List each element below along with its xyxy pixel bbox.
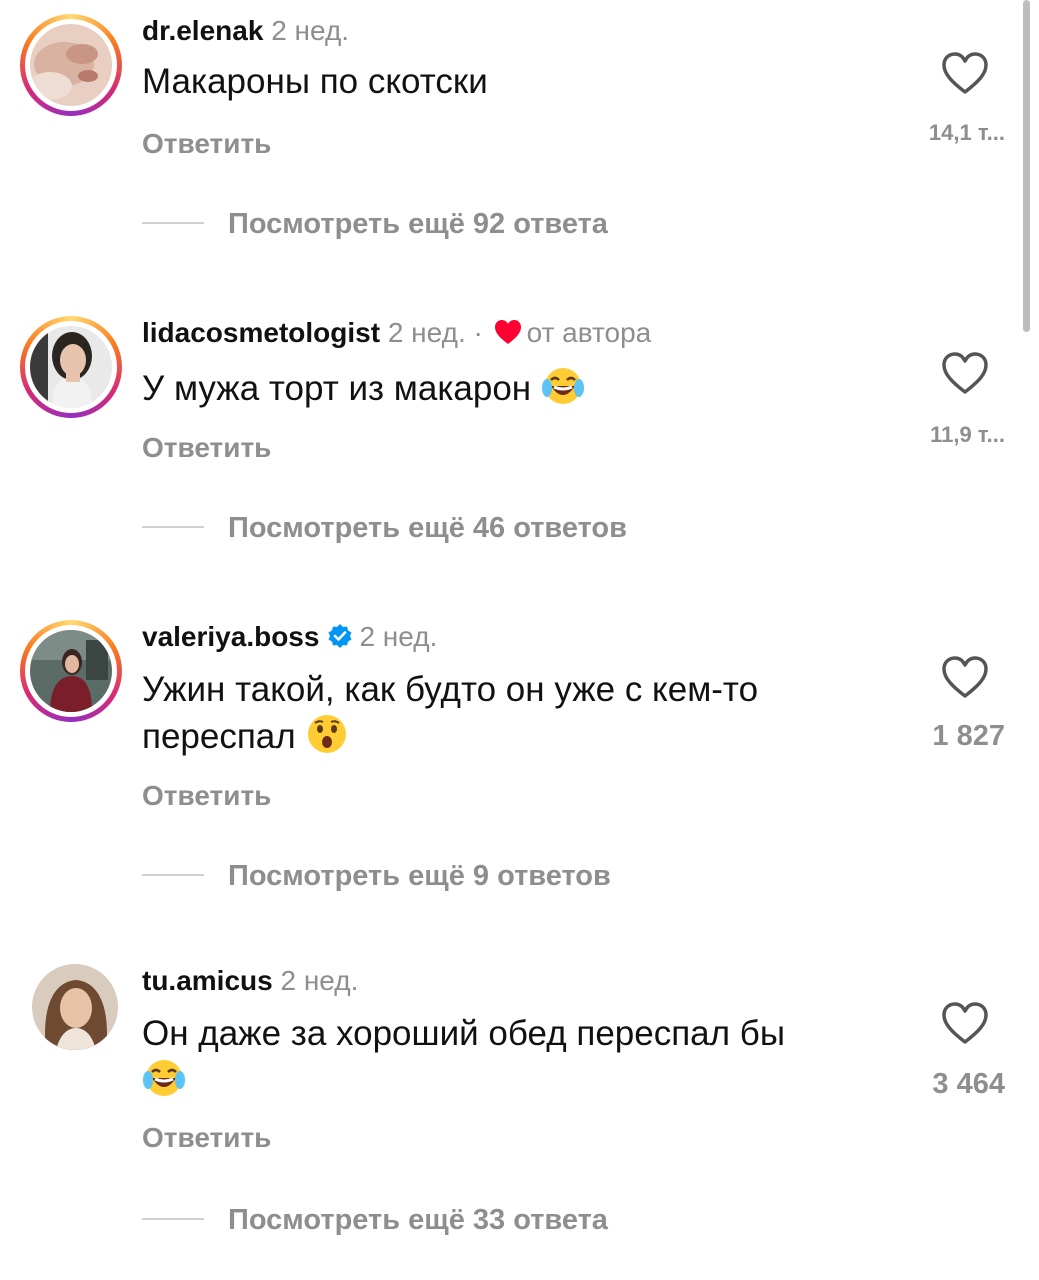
heart-icon[interactable] [940, 50, 990, 96]
avatar-image [30, 24, 112, 106]
divider [142, 1218, 204, 1220]
view-more-replies-label: Посмотреть ещё 9 ответов [228, 860, 611, 892]
divider [142, 222, 204, 224]
avatar-image [32, 964, 118, 1050]
comment-text: Макароны по скотски [142, 62, 488, 101]
comment-text-content: Он даже за хороший обед переспал бы [142, 1014, 785, 1053]
comments-page: dr.elenak 2 нед. Макароны по скотски Отв… [0, 0, 1039, 1280]
separator-dot: · [473, 317, 483, 348]
avatar-image [30, 630, 112, 712]
comment-time: 2 нед. [387, 317, 466, 348]
comment-time: 2 нед. [271, 15, 350, 46]
heart-icon[interactable] [940, 1000, 990, 1046]
like-count: 3 464 [932, 1068, 1005, 1100]
view-more-replies[interactable]: Посмотреть ещё 46 ответов [142, 512, 627, 545]
comment-header: valeriya.boss 2 нед. [142, 620, 437, 654]
face-with-tears-of-joy-icon [143, 1060, 185, 1096]
comment-time: 2 нед. [280, 965, 359, 996]
comment-text-line [142, 1056, 902, 1103]
avatar[interactable] [32, 964, 118, 1050]
comment-text-line: переспал [142, 712, 902, 759]
avatar[interactable] [20, 316, 122, 418]
view-more-replies-label: Посмотреть ещё 46 ответов [228, 512, 627, 544]
author-liked-heart-icon [494, 320, 521, 344]
reply-button[interactable]: Ответить [142, 1122, 271, 1154]
scrollbar[interactable] [1023, 0, 1030, 332]
avatar-image [30, 326, 112, 408]
liked-by-author-label: от автора [526, 317, 652, 348]
comment-header: tu.amicus 2 нед. [142, 964, 358, 998]
comment-text-line: Ужин такой, как будто он уже с кем-то [142, 670, 759, 709]
view-more-replies[interactable]: Посмотреть ещё 92 ответа [142, 208, 608, 241]
like-count: 14,1 т... [928, 120, 1005, 145]
view-more-replies[interactable]: Посмотреть ещё 9 ответов [142, 860, 611, 893]
reply-button[interactable]: Ответить [142, 780, 271, 812]
like-count: 1 827 [932, 720, 1005, 752]
comment-time: 2 нед. [359, 621, 438, 652]
heart-icon[interactable] [940, 350, 990, 396]
verified-badge-icon [328, 624, 352, 648]
avatar[interactable] [20, 620, 122, 722]
comment-text: Он даже за хороший обед переспал бы [142, 1012, 902, 1103]
username[interactable]: lidacosmetologist [142, 317, 380, 348]
view-more-replies-label: Посмотреть ещё 33 ответа [228, 1204, 608, 1236]
divider [142, 874, 204, 876]
username[interactable]: dr.elenak [142, 15, 263, 46]
divider [142, 526, 204, 528]
comment-text: У мужа торт из макарон [142, 364, 902, 411]
username[interactable]: tu.amicus [142, 965, 273, 996]
face-with-tears-of-joy-icon [541, 368, 584, 404]
comment-header: lidacosmetologist 2 нед. · от автора [142, 316, 651, 350]
username[interactable]: valeriya.boss [142, 621, 319, 652]
hushed-face-icon [308, 715, 347, 753]
heart-icon[interactable] [940, 654, 990, 700]
like-count: 11,9 т... [930, 422, 1005, 447]
comment-text: Ужин такой, как будто он уже с кем-то пе… [142, 668, 902, 759]
comment-text-content: переспал [142, 717, 296, 756]
avatar[interactable] [20, 14, 122, 116]
reply-button[interactable]: Ответить [142, 432, 271, 464]
view-more-replies-label: Посмотреть ещё 92 ответа [228, 208, 608, 240]
comment-text-content: У мужа торт из макарон [142, 369, 532, 408]
reply-button[interactable]: Ответить [142, 128, 271, 160]
view-more-replies[interactable]: Посмотреть ещё 33 ответа [142, 1204, 608, 1237]
comment-header: dr.elenak 2 нед. [142, 14, 349, 48]
